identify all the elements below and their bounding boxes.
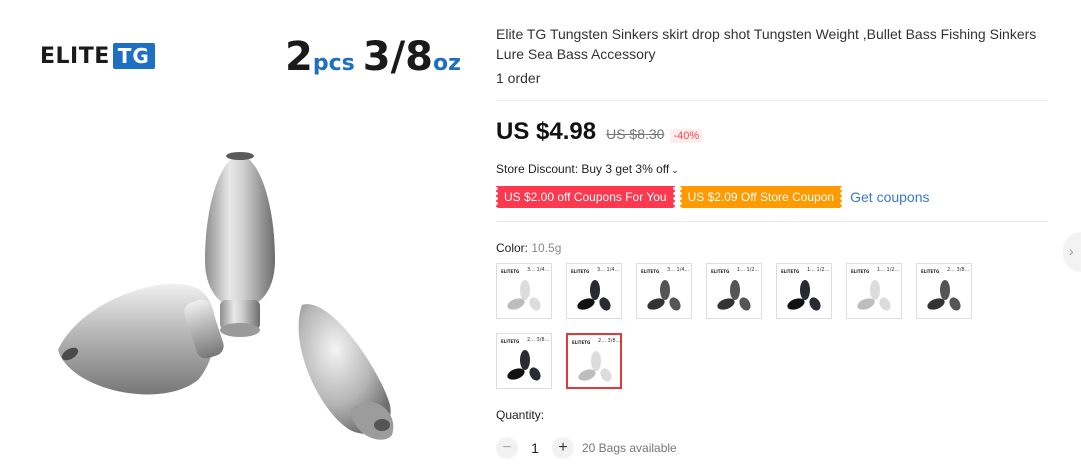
swatch-caption: 2... 3/8... bbox=[598, 338, 621, 344]
pack-weight: 3/8 bbox=[362, 34, 434, 80]
color-swatch[interactable]: ELITETG 3... 1/4... bbox=[636, 263, 692, 319]
swatch-caption: 3... 1/4... bbox=[667, 267, 690, 273]
brand-logo-accent: TG bbox=[112, 43, 155, 69]
color-swatch[interactable]: ELITETG 2... 3/8... bbox=[916, 263, 972, 319]
swatch-thumbnail bbox=[647, 280, 681, 311]
swatch-thumbnail bbox=[507, 350, 541, 381]
quantity-value[interactable]: 1 bbox=[518, 440, 552, 456]
swatch-thumbnail bbox=[857, 280, 891, 311]
brand-logo-main: ELITE bbox=[40, 43, 110, 69]
store-coupon[interactable]: US $2.09 Off Store Coupon bbox=[677, 186, 844, 208]
swatch-caption: 2... 3/8... bbox=[947, 267, 970, 273]
price-row: US $4.98 US $8.30 -40% bbox=[496, 118, 703, 146]
chevron-right-icon: › bbox=[1069, 243, 1074, 259]
stock-available: 20 Bags available bbox=[582, 441, 677, 455]
divider bbox=[496, 221, 1048, 222]
swatch-thumbnail bbox=[717, 280, 751, 311]
get-coupons-link[interactable]: Get coupons bbox=[850, 189, 929, 205]
discount-badge: -40% bbox=[670, 129, 703, 143]
quantity-label: Quantity: bbox=[496, 408, 545, 422]
color-swatch[interactable]: ELITETG 1... 1/2... bbox=[776, 263, 832, 319]
swatch-thumbnail bbox=[577, 280, 611, 311]
swatch-brand: ELITETG bbox=[781, 269, 800, 274]
current-price: US $4.98 bbox=[496, 118, 597, 145]
swatch-caption: 1... 1/2... bbox=[807, 267, 830, 273]
quantity-minus-button[interactable]: − bbox=[496, 437, 518, 459]
pack-weight-unit: oz bbox=[433, 51, 461, 76]
swatch-caption: 1... 1/2... bbox=[737, 267, 760, 273]
store-discount-text: Store Discount: Buy 3 get 3% off bbox=[496, 162, 670, 176]
quantity-stepper: − 1 + 20 Bags available bbox=[496, 437, 677, 459]
color-swatch[interactable]: ELITETG 2... 3/8... bbox=[566, 333, 622, 389]
swatch-brand: ELITETG bbox=[571, 269, 590, 274]
sinker-right bbox=[298, 304, 394, 440]
swatch-brand: ELITETG bbox=[851, 269, 870, 274]
swatch-thumbnail bbox=[578, 351, 612, 382]
color-swatch[interactable]: ELITETG 2... 3/8... bbox=[496, 333, 552, 389]
color-label-text: Color: bbox=[496, 241, 529, 255]
color-label: Color: 10.5g bbox=[496, 241, 561, 255]
product-gallery: ELITE TG 2pcs 3/8oz bbox=[0, 0, 480, 471]
swatch-brand: ELITETG bbox=[921, 269, 940, 274]
swatch-thumbnail bbox=[787, 280, 821, 311]
color-selected-value: 10.5g bbox=[531, 241, 562, 255]
color-swatch[interactable]: ELITETG 1... 1/2... bbox=[706, 263, 762, 319]
swatch-caption: 3... 1/4... bbox=[527, 267, 550, 273]
swatch-brand: ELITETG bbox=[572, 340, 591, 345]
quantity-plus-button[interactable]: + bbox=[552, 437, 574, 459]
sinker-left bbox=[58, 283, 224, 395]
swatch-caption: 1... 1/2... bbox=[877, 267, 900, 273]
swatch-thumbnail bbox=[927, 280, 961, 311]
swatch-caption: 2... 3/8... bbox=[527, 337, 550, 343]
swatch-brand: ELITETG bbox=[641, 269, 660, 274]
brand-logo: ELITE TG bbox=[40, 43, 155, 69]
original-price: US $8.30 bbox=[606, 126, 665, 142]
product-image[interactable] bbox=[40, 140, 420, 450]
swatch-caption: 3... 1/4... bbox=[597, 267, 620, 273]
order-count: 1 order bbox=[496, 70, 541, 86]
next-arrow-button[interactable]: › bbox=[1063, 232, 1081, 272]
chevron-down-icon: ⌄ bbox=[671, 165, 679, 175]
product-title: Elite TG Tungsten Sinkers skirt drop sho… bbox=[496, 26, 1037, 62]
color-swatch[interactable]: ELITETG 1... 1/2... bbox=[846, 263, 902, 319]
color-swatch[interactable]: ELITETG 3... 1/4... bbox=[496, 263, 552, 319]
swatch-brand: ELITETG bbox=[501, 269, 520, 274]
swatch-brand: ELITETG bbox=[501, 339, 520, 344]
coupon-row: US $2.00 off Coupons For You US $2.09 Of… bbox=[494, 186, 930, 208]
pack-size-label: 2pcs 3/8oz bbox=[285, 34, 461, 80]
coupon-for-you[interactable]: US $2.00 off Coupons For You bbox=[494, 186, 677, 208]
pack-count: 2 bbox=[285, 34, 313, 80]
swatch-brand: ELITETG bbox=[711, 269, 730, 274]
swatch-thumbnail bbox=[507, 280, 541, 311]
color-swatch[interactable]: ELITETG 3... 1/4... bbox=[566, 263, 622, 319]
store-discount-toggle[interactable]: Store Discount: Buy 3 get 3% off ⌄ bbox=[496, 162, 679, 176]
pack-count-unit: pcs bbox=[312, 51, 355, 76]
divider bbox=[496, 100, 1048, 101]
sinker-standing bbox=[205, 152, 275, 337]
